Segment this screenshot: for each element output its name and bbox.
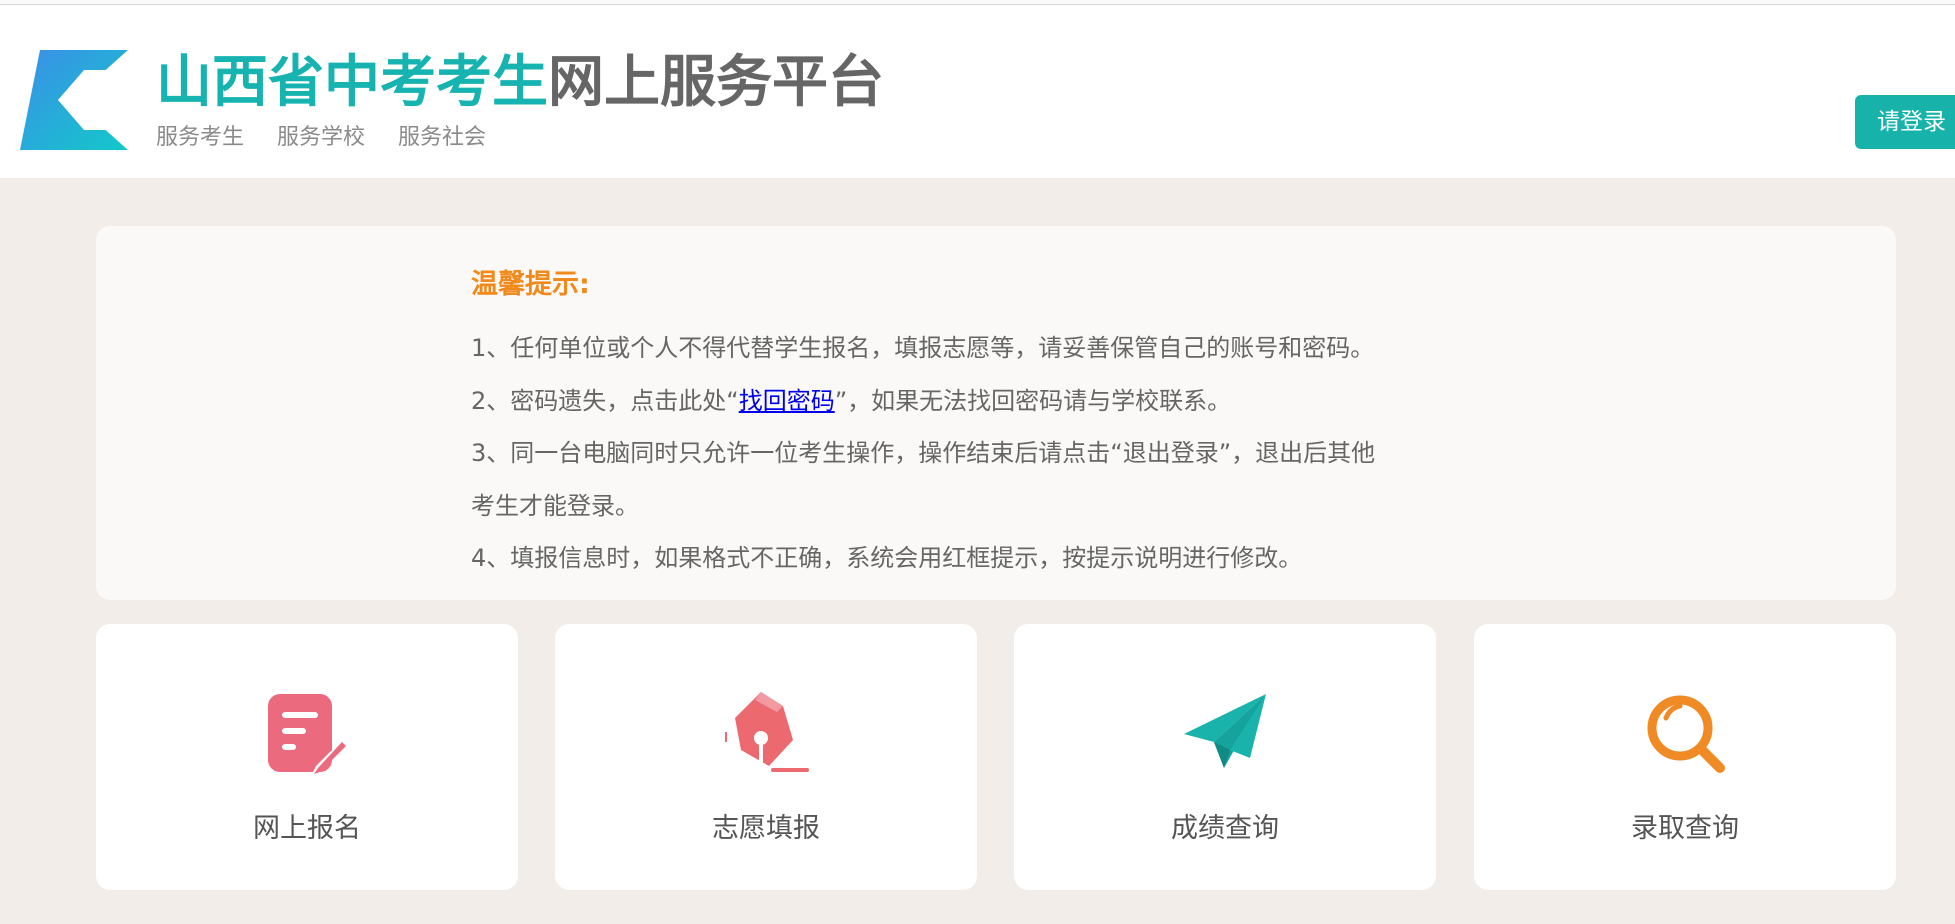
card-online-registration[interactable]: 网上报名	[96, 624, 518, 890]
site-title-highlight: 山西省中考考生	[156, 50, 548, 115]
recover-password-link[interactable]: 找回密码	[739, 387, 835, 415]
site-header: 山西省中考考生网上服务平台 服务考生 服务学校 服务社会 请登录	[0, 5, 1955, 178]
login-button[interactable]: 请登录	[1855, 95, 1955, 149]
card-label: 成绩查询	[1171, 813, 1279, 844]
service-cards: 网上报名 志愿填报 成绩查询 录取查询	[96, 624, 1896, 890]
card-label: 网上报名	[253, 813, 361, 844]
notice-line-4: 4、填报信息时，如果格式不正确，系统会用红框提示，按提示说明进行修改。	[471, 544, 1303, 572]
notice-list: 1、任何单位或个人不得代替学生报名，填报志愿等，请妥善保管自己的账号和密码。 2…	[471, 322, 1531, 585]
card-volunteer-application[interactable]: 志愿填报	[555, 624, 977, 890]
slogan-item: 服务考生	[156, 125, 245, 150]
notice-panel: 温馨提示: 1、任何单位或个人不得代替学生报名，填报志愿等，请妥善保管自己的账号…	[96, 226, 1896, 600]
notice-title: 温馨提示:	[471, 269, 590, 300]
platform-logo-icon[interactable]	[20, 50, 128, 150]
registration-form-icon	[268, 694, 348, 774]
card-label: 志愿填报	[712, 813, 820, 844]
notice-line-2: 2、密码遗失，点击此处“找回密码”，如果无法找回密码请与学校联系。	[471, 375, 1531, 428]
slogan-row: 服务考生 服务学校 服务社会	[156, 119, 512, 151]
card-score-query[interactable]: 成绩查询	[1014, 624, 1436, 890]
notice-line-3: 3、同一台电脑同时只允许一位考生操作，操作结束后请点击“退出登录”，退出后其他	[471, 439, 1376, 467]
slogan-item: 服务社会	[398, 125, 487, 150]
fountain-pen-icon	[725, 692, 809, 772]
card-admission-query[interactable]: 录取查询	[1474, 624, 1896, 890]
site-title: 山西省中考考生网上服务平台	[156, 47, 884, 119]
notice-line-3-continued: 考生才能登录。	[471, 491, 639, 520]
magnifier-icon	[1647, 695, 1725, 773]
card-label: 录取查询	[1631, 813, 1739, 844]
slogan-item: 服务学校	[277, 125, 366, 150]
notice-line-2-prefix: 2、密码遗失，点击此处“	[471, 386, 739, 415]
notice-line-1: 1、任何单位或个人不得代替学生报名，填报志愿等，请妥善保管自己的账号和密码。	[471, 334, 1375, 362]
paper-plane-icon	[1184, 694, 1266, 768]
site-title-rest: 网上服务平台	[548, 50, 884, 115]
notice-line-2-suffix: ”，如果无法找回密码请与学校联系。	[834, 386, 1232, 415]
